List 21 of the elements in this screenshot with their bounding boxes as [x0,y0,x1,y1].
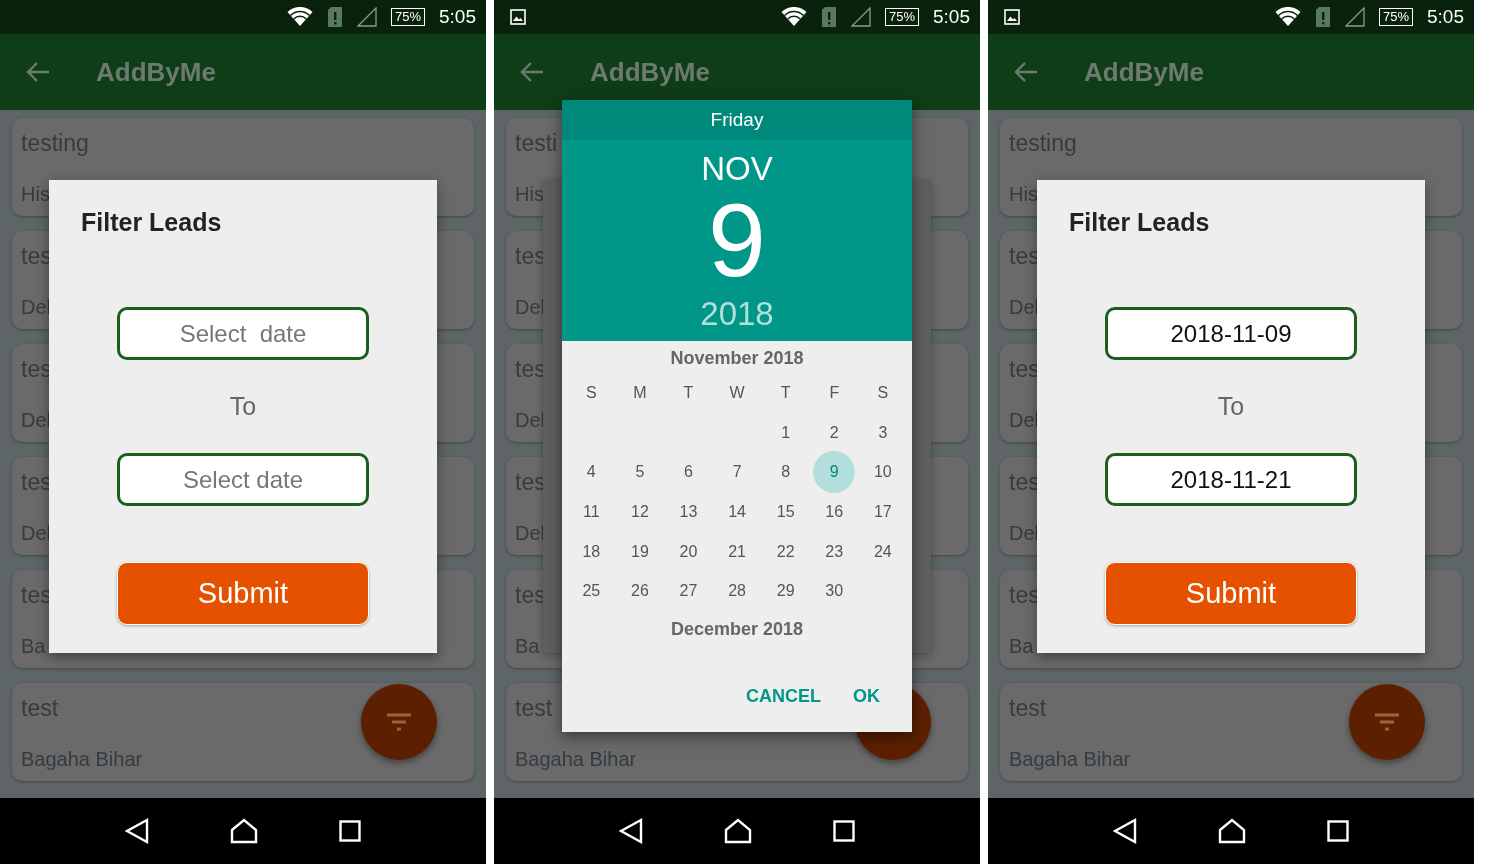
weekday-label: F [828,382,841,403]
app-title: AddByMe [96,56,216,88]
weekday-label: S [584,382,598,403]
weekday-label: T [682,382,695,403]
battery-indicator: 75% [885,8,919,26]
clock-time: 5:05 [439,6,476,28]
weekday-label: W [728,382,746,403]
month-title: November 2018 [670,348,804,369]
month-title: December 2018 [670,619,804,641]
battery-indicator: 75% [391,8,425,26]
to-label: To [229,392,257,421]
clock-time: 5:05 [933,6,970,28]
weekday-label: M [632,382,648,403]
to-label: To [1217,392,1245,421]
battery-indicator: 75% [1379,8,1413,26]
clock-time: 5:05 [1427,6,1464,28]
app-title: AddByMe [1084,56,1204,88]
weekday-label: T [779,382,792,403]
app-title: AddByMe [590,56,710,88]
weekday-label: S [876,382,890,403]
weekday-text: Friday [710,109,764,131]
